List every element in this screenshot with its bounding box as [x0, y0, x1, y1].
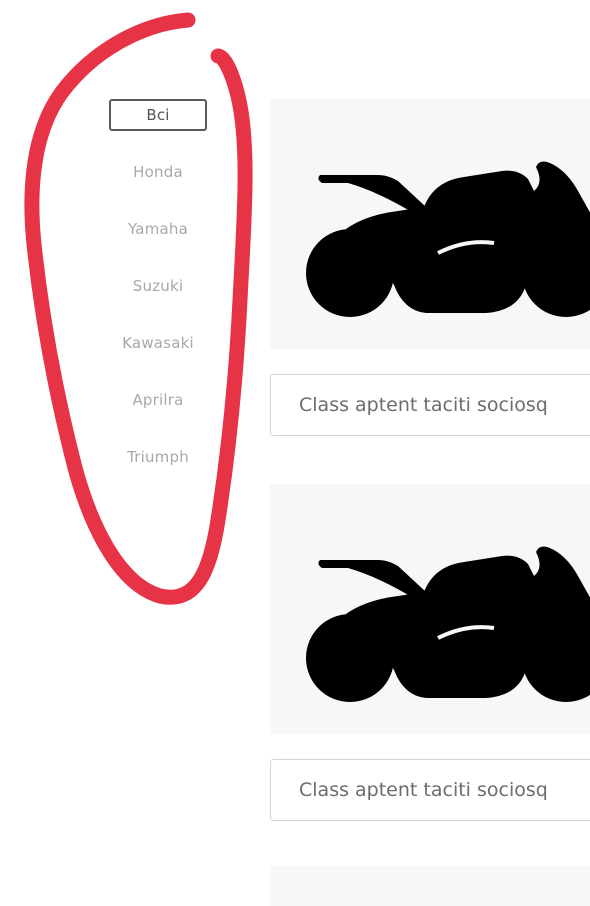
- product-image[interactable]: [270, 484, 590, 734]
- product-caption[interactable]: Class aptent taciti sociosq: [270, 374, 590, 436]
- motorcycle-icon: [306, 546, 590, 702]
- brand-filter-label[interactable]: Kawasaki: [122, 327, 194, 359]
- brand-filter-list: Bci Honda Yamaha Suzuki Kawasaki Aprilra…: [108, 99, 208, 498]
- brand-filter-label[interactable]: Aprilra: [132, 384, 183, 416]
- brand-filter-item-yamaha[interactable]: Yamaha: [108, 213, 208, 270]
- brand-filter-label[interactable]: Triumph: [127, 441, 189, 473]
- brand-filter-item-suzuki[interactable]: Suzuki: [108, 270, 208, 327]
- brand-filter-item-kawasaki[interactable]: Kawasaki: [108, 327, 208, 384]
- brand-filter-item-honda[interactable]: Honda: [108, 156, 208, 213]
- product-card-partial[interactable]: [270, 866, 590, 906]
- brand-filter-item-triumph[interactable]: Triumph: [108, 441, 208, 498]
- motorcycle-icon: [306, 161, 590, 317]
- product-image[interactable]: [270, 99, 590, 349]
- brand-filter-label[interactable]: Bci: [109, 99, 207, 131]
- brand-filter-label[interactable]: Yamaha: [128, 213, 188, 245]
- brand-filter-label[interactable]: Honda: [133, 156, 183, 188]
- brand-filter-label[interactable]: Suzuki: [133, 270, 183, 302]
- product-caption[interactable]: Class aptent taciti sociosq: [270, 759, 590, 821]
- brand-filter-item-aprilra[interactable]: Aprilra: [108, 384, 208, 441]
- brand-filter-item-bci[interactable]: Bci: [108, 99, 208, 156]
